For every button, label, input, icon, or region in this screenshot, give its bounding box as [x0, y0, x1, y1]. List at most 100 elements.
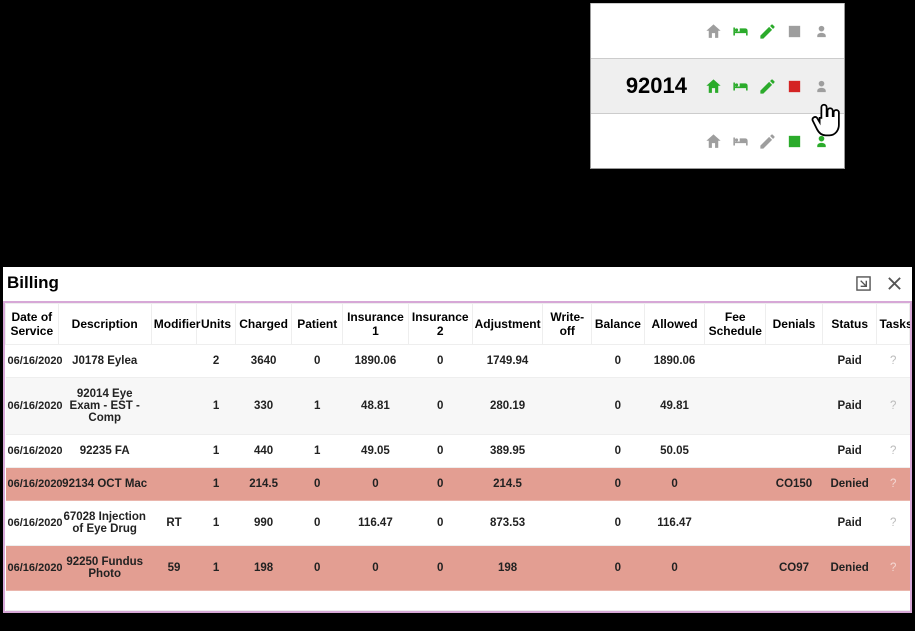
cell-tasks: ?: [877, 501, 910, 546]
cell-allow: 0: [644, 546, 705, 591]
table-row[interactable]: 06/16/202067028 Injection of Eye DrugRT1…: [6, 501, 910, 546]
cell-desc: 92014 Eye Exam - EST - Comp: [58, 378, 151, 435]
cell-mod: RT: [151, 501, 197, 546]
cell-patient: 1: [292, 378, 343, 435]
house-icon[interactable]: [703, 22, 724, 41]
square-icon[interactable]: [784, 22, 805, 41]
col-feeschedule[interactable]: Fee Schedule: [705, 304, 766, 345]
cell-tasks: ?: [877, 468, 910, 501]
cell-adj: 280.19: [472, 378, 543, 435]
cell-patient: 0: [292, 501, 343, 546]
col-insurance2[interactable]: Insurance 2: [408, 304, 472, 345]
cell-ins1: 48.81: [343, 378, 409, 435]
house-icon[interactable]: [703, 77, 724, 96]
cell-tasks: ?: [877, 345, 910, 378]
col-allowed[interactable]: Allowed: [644, 304, 705, 345]
person-icon[interactable]: [811, 77, 832, 96]
cell-desc: 92235 FA: [58, 435, 151, 468]
col-status[interactable]: Status: [822, 304, 877, 345]
col-description[interactable]: Description: [58, 304, 151, 345]
pencil-icon[interactable]: [757, 22, 778, 41]
person-icon[interactable]: [811, 132, 832, 151]
cell-wo: [543, 546, 592, 591]
cell-charged: 990: [235, 501, 292, 546]
square-icon[interactable]: [784, 132, 805, 151]
cell-den: [766, 345, 823, 378]
table-row[interactable]: 06/16/202092235 FA1440149.050389.95050.0…: [6, 435, 910, 468]
cell-patient: 1: [292, 435, 343, 468]
col-denials[interactable]: Denials: [766, 304, 823, 345]
cell-charged: 330: [235, 378, 292, 435]
cell-wo: [543, 378, 592, 435]
expand-icon[interactable]: [856, 276, 871, 291]
cell-allow: 0: [644, 468, 705, 501]
bed-icon[interactable]: [730, 77, 751, 96]
cell-ins2: 0: [408, 435, 472, 468]
table-header-row: Date of Service Description Modifier Uni…: [6, 304, 910, 345]
cell-status: Denied: [822, 546, 877, 591]
cell-units: 1: [197, 435, 235, 468]
cell-ins2: 0: [408, 501, 472, 546]
pencil-icon[interactable]: [757, 132, 778, 151]
cell-dos: 06/16/2020: [6, 378, 59, 435]
cell-fee: [705, 501, 766, 546]
close-icon[interactable]: [887, 276, 902, 291]
cell-status: Paid: [822, 501, 877, 546]
table-row[interactable]: 06/16/202092134 OCT Mac1214.5000214.500C…: [6, 468, 910, 501]
cell-den: CO150: [766, 468, 823, 501]
cell-patient: 0: [292, 345, 343, 378]
cell-dos: 06/16/2020: [6, 546, 59, 591]
cell-ins2: 0: [408, 345, 472, 378]
cell-fee: [705, 345, 766, 378]
cell-den: [766, 378, 823, 435]
cell-bal: 0: [592, 378, 645, 435]
table-row[interactable]: 06/16/2020J0178 Eylea2364001890.0601749.…: [6, 345, 910, 378]
col-balance[interactable]: Balance: [592, 304, 645, 345]
bed-icon[interactable]: [730, 22, 751, 41]
cell-dos: 06/16/2020: [6, 435, 59, 468]
cell-ins1: 116.47: [343, 501, 409, 546]
cell-wo: [543, 435, 592, 468]
person-icon[interactable]: [811, 22, 832, 41]
cell-units: 1: [197, 378, 235, 435]
cell-ins2: 0: [408, 378, 472, 435]
cell-mod: [151, 435, 197, 468]
cell-adj: 1749.94: [472, 345, 543, 378]
bed-icon[interactable]: [730, 132, 751, 151]
col-adjustment[interactable]: Adjustment: [472, 304, 543, 345]
cell-charged: 3640: [235, 345, 292, 378]
cell-wo: [543, 345, 592, 378]
col-patient[interactable]: Patient: [292, 304, 343, 345]
cell-units: 1: [197, 546, 235, 591]
col-insurance1[interactable]: Insurance 1: [343, 304, 409, 345]
col-tasks[interactable]: Tasks: [877, 304, 910, 345]
cell-fee: [705, 546, 766, 591]
cell-charged: 440: [235, 435, 292, 468]
cell-allow: 1890.06: [644, 345, 705, 378]
cell-mod: 59: [151, 546, 197, 591]
col-charged[interactable]: Charged: [235, 304, 292, 345]
table-row[interactable]: 06/16/202092014 Eye Exam - EST - Comp 133…: [6, 378, 910, 435]
cell-fee: [705, 468, 766, 501]
cell-ins1: 1890.06: [343, 345, 409, 378]
cell-dos: 06/16/2020: [6, 468, 59, 501]
col-units[interactable]: Units: [197, 304, 235, 345]
square-icon[interactable]: [784, 77, 805, 96]
table-row[interactable]: 06/16/202092250 Fundus Photo591198000198…: [6, 546, 910, 591]
cell-charged: 214.5: [235, 468, 292, 501]
house-icon[interactable]: [703, 132, 724, 151]
cell-desc: J0178 Eylea: [58, 345, 151, 378]
cell-den: [766, 435, 823, 468]
billing-title: Billing: [7, 273, 59, 293]
cell-dos: 06/16/2020: [6, 501, 59, 546]
pencil-icon[interactable]: [757, 77, 778, 96]
cell-status: Paid: [822, 378, 877, 435]
cell-fee: [705, 435, 766, 468]
cell-ins2: 0: [408, 468, 472, 501]
cell-bal: 0: [592, 468, 645, 501]
cell-wo: [543, 468, 592, 501]
col-writeoff[interactable]: Write-off: [543, 304, 592, 345]
col-modifier[interactable]: Modifier: [151, 304, 197, 345]
col-dos[interactable]: Date of Service: [6, 304, 59, 345]
cell-desc: 92134 OCT Mac: [58, 468, 151, 501]
